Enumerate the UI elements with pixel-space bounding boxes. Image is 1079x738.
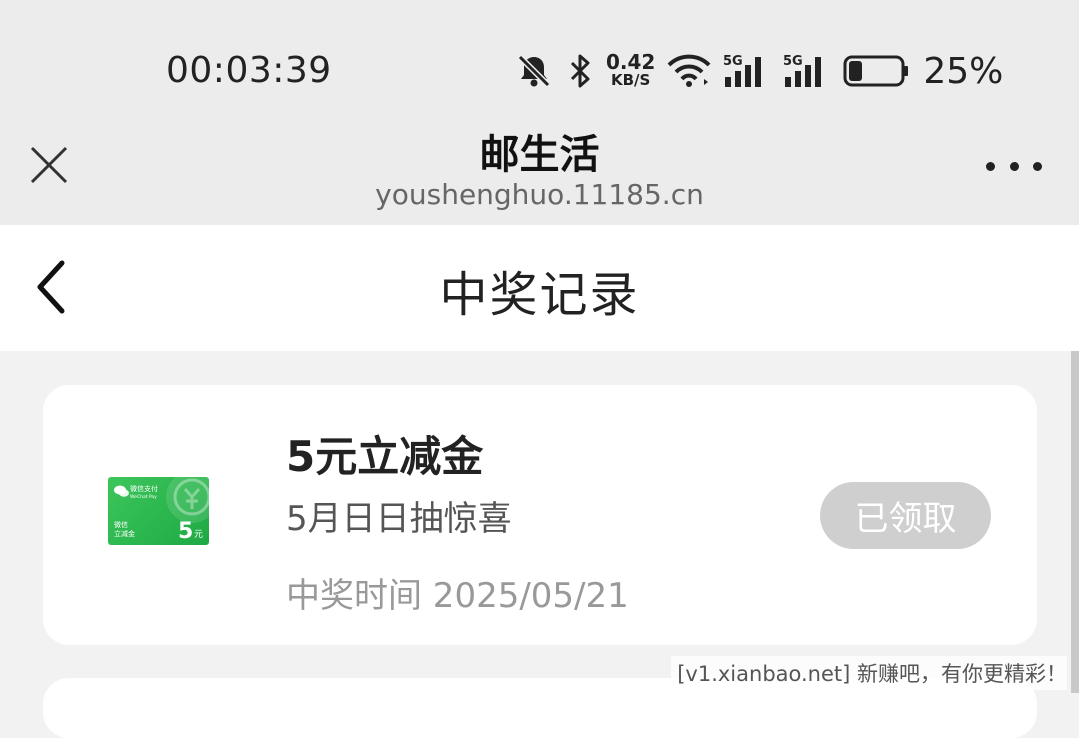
prize-activity: 5月日日抽惊喜 <box>286 499 512 539</box>
dot <box>1033 161 1042 171</box>
prize-time: 中奖时间 2025/05/21 <box>286 576 629 616</box>
battery-icon <box>843 55 909 87</box>
more-icon[interactable] <box>986 154 1042 178</box>
battery-fill <box>849 61 863 81</box>
watermark: [v1.xianbao.net] 新赚吧，有你更精彩！ <box>671 656 1067 690</box>
status-icons: 0.42 KB/S 5G 5G 25% <box>514 48 1003 94</box>
mute-bell-icon <box>517 54 551 88</box>
status-time: 00:03:39 <box>166 50 332 91</box>
net-speed: 0.42 KB/S <box>606 50 656 89</box>
signal-icon: 5G <box>783 54 822 87</box>
signal-label: 5G <box>723 54 743 69</box>
page-title: 邮生活 <box>479 132 600 178</box>
coupon-label-2: 立减金 <box>114 529 135 538</box>
coupon-brand: 微信支付 <box>130 484 158 493</box>
nav-bar: 中奖记录 <box>0 225 1079 351</box>
scrollbar[interactable] <box>1071 351 1079 693</box>
status-bar: 00:03:39 0.42 KB/S 5G 5G 25% <box>0 0 1079 120</box>
coupon-brand-en: WeChat Pay <box>130 494 157 500</box>
signal-label: 5G <box>783 54 803 69</box>
coupon-amount: 5 <box>178 519 193 544</box>
prize-record-card[interactable]: 微信支付 WeChat Pay 微信 立减金 5 元 5元立减金 5月日日抽惊喜… <box>43 385 1037 645</box>
dot <box>986 161 995 171</box>
signal-icon: 5G <box>723 54 762 87</box>
dot <box>1009 161 1019 171</box>
coupon-image: 微信支付 WeChat Pay 微信 立减金 5 元 <box>108 477 209 545</box>
bluetooth-icon <box>570 54 590 88</box>
page-url: youshenghuo.11185.cn <box>375 178 704 211</box>
wechat-coupon-art: 微信支付 WeChat Pay 微信 立减金 5 元 <box>114 477 209 544</box>
claimed-button[interactable]: 已领取 <box>820 482 991 549</box>
prize-title: 5元立减金 <box>286 432 484 481</box>
battery-percent: 25% <box>923 50 1004 92</box>
net-speed-unit: KB/S <box>611 71 651 89</box>
wifi-icon <box>667 54 711 87</box>
browser-title-bar: 邮生活 youshenghuo.11185.cn <box>0 120 1079 225</box>
net-speed-value: 0.42 <box>606 50 656 74</box>
coupon-unit: 元 <box>194 530 203 540</box>
nav-title: 中奖记录 <box>439 267 640 323</box>
coupon-label-1: 微信 <box>114 520 128 529</box>
